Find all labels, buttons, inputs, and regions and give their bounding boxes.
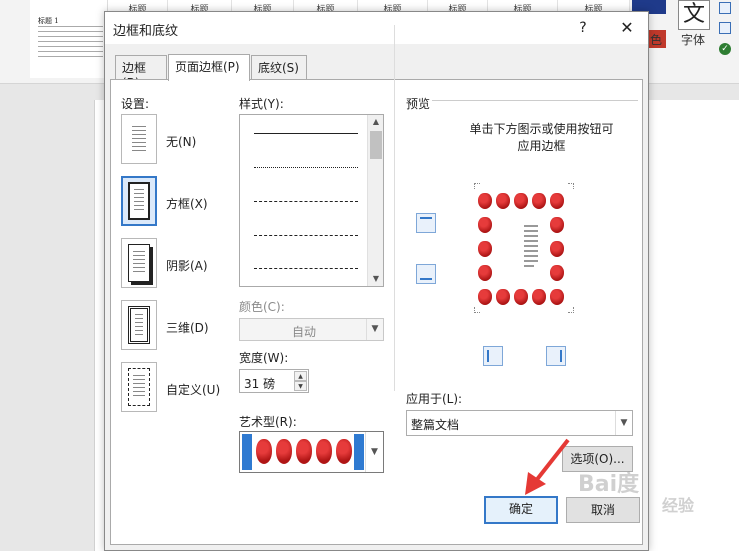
style-label: 样式(Y): [239,97,284,111]
art-label: 艺术型(R): [239,415,297,429]
setting-3d-icon[interactable] [121,300,157,350]
watermark: Bai度 [578,472,640,497]
scroll-thumb[interactable] [370,131,382,159]
preview-label: 预览 [406,97,431,111]
setting-shadow-icon[interactable] [121,238,157,288]
setting-none-icon[interactable] [121,114,157,164]
left-border-button[interactable] [483,346,503,366]
bottom-border-button[interactable] [416,264,436,284]
chevron-down-icon[interactable]: ▼ [615,411,632,435]
scroll-up-icon[interactable]: ▲ [368,115,384,129]
preview-page[interactable] [474,183,574,313]
setting-none-label[interactable]: 无(N) [166,133,196,150]
style-option-dotted[interactable] [254,167,358,168]
color-select[interactable]: 自动 ▼ [239,318,384,341]
preview-note-line2: 应用边框 [517,139,566,153]
spin-up-icon[interactable]: ▲ [294,371,307,381]
color-value: 自动 [292,325,317,339]
width-value: 31 磅 [244,377,276,391]
ribbon-font-label: 字体 [681,33,706,47]
style-preview-normal[interactable]: 标题 1 [30,0,108,78]
edit-icon[interactable] [719,2,731,14]
setting-box-label[interactable]: 方框(X) [166,195,208,212]
watermark-sub: 经验 [662,496,695,515]
style-scrollbar[interactable]: ▲ ▼ [367,115,383,286]
style-option-dashed[interactable] [254,201,358,202]
style-option-dash-long[interactable] [254,235,358,236]
apply-to-value: 整篇文档 [411,418,460,432]
ribbon-color-label: 色 [650,33,663,47]
check-icon[interactable]: ✓ [719,43,731,55]
chevron-down-icon[interactable]: ▼ [365,432,383,472]
apply-to-label: 应用于(L): [406,392,463,406]
cancel-button[interactable]: 取消 [566,497,640,523]
tab-page-border[interactable]: 页面边框(P) [168,54,250,81]
dialog-content: 设置: 无(N) 方框(X) 阴影(A) 三维(D) 自定义(U) 样式(Y):… [104,11,649,551]
scroll-down-icon[interactable]: ▼ [368,272,384,286]
preview-note-line1: 单击下方图示或使用按钮可 [469,122,614,136]
width-spinner[interactable]: 31 磅 ▲ ▼ [239,369,309,393]
divider [432,100,638,101]
art-apple-sample [242,434,364,470]
art-select[interactable]: ▼ [239,431,384,473]
style-preview-title: 标题 1 [38,17,59,25]
style-listbox[interactable]: ▲ ▼ [239,114,384,287]
setting-custom-icon[interactable] [121,362,157,412]
setting-custom-label[interactable]: 自定义(U) [166,381,220,398]
setting-box-icon[interactable] [121,176,157,226]
apply-to-select[interactable]: 整篇文档 ▼ [406,410,633,436]
ok-button[interactable]: 确定 [484,496,558,524]
style-option-dash-dot[interactable] [254,268,358,269]
font-dialog-icon[interactable]: 文 [678,0,710,30]
setting-3d-label[interactable]: 三维(D) [166,319,209,336]
setting-shadow-label[interactable]: 阴影(A) [166,257,208,274]
style-option-solid[interactable] [254,133,358,134]
spin-down-icon[interactable]: ▼ [294,381,307,391]
setting-label: 设置: [121,97,150,111]
width-label: 宽度(W): [239,351,289,365]
color-label: 颜色(C): [239,300,285,314]
divider [394,25,395,391]
top-border-button[interactable] [416,213,436,233]
right-border-button[interactable] [546,346,566,366]
select-icon[interactable] [719,22,731,34]
chevron-down-icon[interactable]: ▼ [366,319,383,340]
